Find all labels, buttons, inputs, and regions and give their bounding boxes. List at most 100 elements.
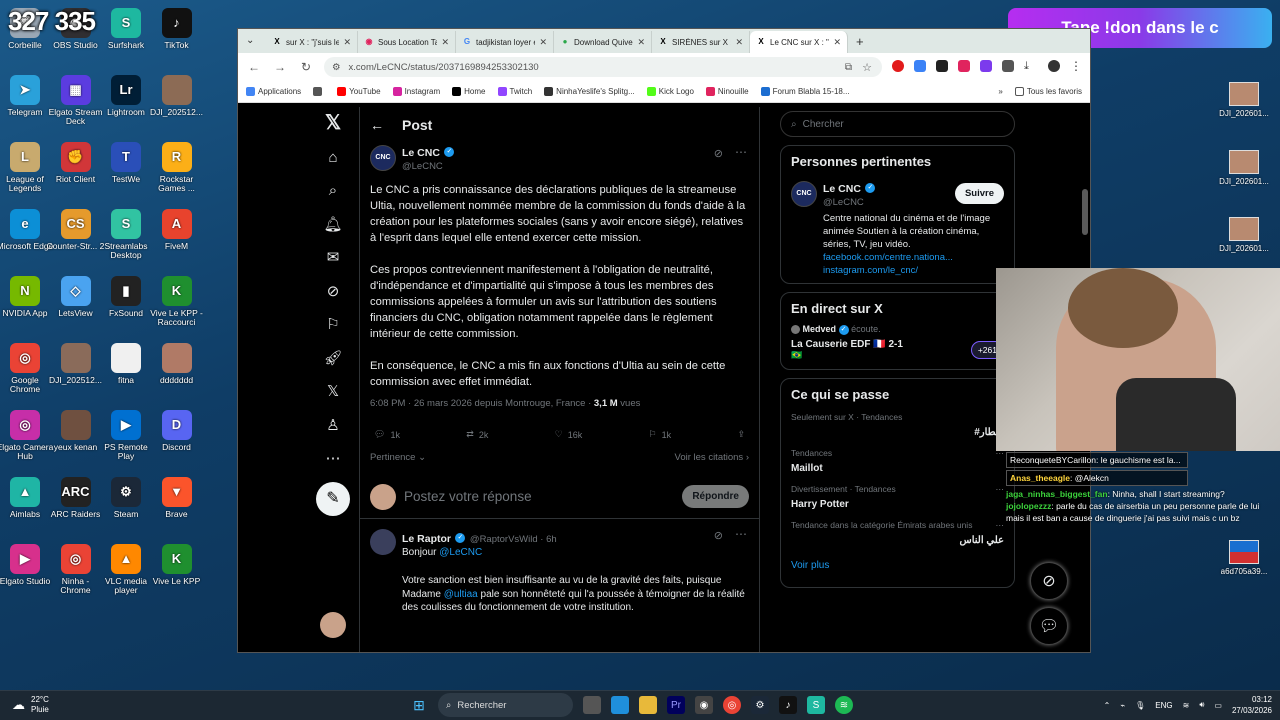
reply-avatar[interactable]: [370, 529, 396, 555]
browser-tab[interactable]: X Le CNC sur X : "Le ✕: [750, 31, 848, 53]
show-more-link[interactable]: Voir plus: [791, 560, 1004, 571]
back-arrow-icon[interactable]: ←: [370, 117, 384, 133]
desktop-icon[interactable]: A FiveM: [148, 209, 206, 251]
desktop-icon[interactable]: a6d705a39...: [1219, 540, 1269, 576]
copilot-icon[interactable]: [611, 696, 629, 714]
extension-icon[interactable]: [914, 60, 926, 72]
desktop-icon[interactable]: DJI_202512...: [148, 75, 206, 117]
url-text[interactable]: x.com/LeCNC/status/2037169894253302130: [349, 62, 539, 73]
desktop-icon[interactable]: ▲ VLC media player: [97, 544, 155, 596]
extension-icon[interactable]: [980, 60, 992, 72]
close-tab-icon[interactable]: ✕: [441, 37, 449, 48]
post-more-icon[interactable]: ⋯: [735, 145, 747, 159]
trend-item[interactable]: Tendance dans la catégorie Émirats arabe…: [791, 520, 1004, 546]
forward-icon[interactable]: →: [272, 60, 288, 74]
menu-icon[interactable]: ⋮: [1070, 59, 1082, 73]
obs-icon[interactable]: ◉: [695, 696, 713, 714]
author-name[interactable]: Le CNC: [402, 147, 440, 159]
install-icon[interactable]: ⧉: [845, 62, 852, 73]
desktop-icon[interactable]: ARC ARC Raiders: [47, 477, 105, 519]
grok-explain-icon[interactable]: ⊘: [714, 529, 723, 542]
bookmark-item[interactable]: Forum Blabla 15-18...: [760, 87, 850, 96]
explore-icon[interactable]: ⌕: [318, 174, 348, 208]
desktop-icon[interactable]: ◎ Ninha - Chrome: [47, 544, 105, 596]
close-tab-icon[interactable]: ✕: [735, 37, 743, 48]
file-explorer-icon[interactable]: [639, 696, 657, 714]
facebook-link[interactable]: facebook.com/centre.nationa...: [823, 251, 1004, 264]
desktop-icon[interactable]: ♪ TikTok: [148, 8, 206, 50]
bookmark-item[interactable]: Instagram: [392, 87, 440, 96]
close-tab-icon[interactable]: ✕: [343, 37, 351, 48]
messages-fab-icon[interactable]: 💬︎: [1030, 607, 1068, 645]
mention-link[interactable]: @LeCNC: [439, 547, 482, 558]
bookmark-item[interactable]: Home: [452, 87, 486, 96]
trend-item[interactable]: Divertissement · Tendances ⋯ Harry Potter: [791, 484, 1004, 510]
share-icon[interactable]: ⇪: [737, 429, 745, 440]
profile-avatar[interactable]: [1048, 60, 1060, 72]
site-info-icon[interactable]: ⚙: [332, 62, 341, 73]
browser-tab[interactable]: Xsur X : "j'suis le ✕: [266, 31, 358, 53]
desktop-icon[interactable]: ◇ LetsView: [47, 276, 105, 318]
extension-icon[interactable]: [892, 60, 904, 72]
download-icon[interactable]: ⤓: [1024, 60, 1038, 72]
grok-fab-icon[interactable]: ⊘: [1030, 562, 1068, 600]
search-box[interactable]: ⌕ Chercher: [780, 111, 1015, 137]
trend-more-icon[interactable]: ⋯: [996, 520, 1005, 531]
desktop-icon[interactable]: T TestWe: [97, 142, 155, 184]
mic-icon[interactable]: 🎙︎: [1135, 701, 1145, 710]
desktop-icon[interactable]: fitna: [97, 343, 155, 385]
desktop-icon[interactable]: DJI_202601...: [1219, 82, 1269, 118]
live-event-title[interactable]: La Causerie EDF 🇫🇷 2-1: [791, 339, 903, 350]
desktop-icon[interactable]: ▼ Brave: [148, 477, 206, 519]
desktop-icon[interactable]: S Surfshark: [97, 8, 155, 50]
reply-action[interactable]: 💬︎ 1k: [374, 429, 400, 440]
clock[interactable]: 03:12 27/03/2026: [1232, 694, 1272, 716]
page-scrollbar[interactable]: [1082, 189, 1088, 235]
more-icon[interactable]: ⋯: [318, 442, 348, 476]
surfshark-icon[interactable]: S: [807, 696, 825, 714]
messages-icon[interactable]: ✉: [318, 241, 348, 275]
browser-tab[interactable]: Gtadjikistan loyer en ✕: [456, 31, 554, 53]
trend-item[interactable]: Seulement sur X · Tendances⋯#أمطار: [791, 412, 1004, 438]
tiktok-icon[interactable]: ♪: [779, 696, 797, 714]
extension-icon[interactable]: [958, 60, 970, 72]
sort-relevance[interactable]: Pertinence ⌄: [370, 452, 426, 463]
home-icon[interactable]: ⌂: [318, 141, 348, 175]
steam-icon[interactable]: ⚙: [751, 696, 769, 714]
bookmark-item[interactable]: [313, 87, 325, 96]
grok-explain-icon[interactable]: ⊘: [714, 147, 723, 160]
notifications-icon[interactable]: 🔔︎: [318, 208, 348, 242]
bookmarks-overflow-icon[interactable]: »: [998, 87, 1002, 96]
premiere-icon[interactable]: Pr: [667, 696, 685, 714]
bookmark-item[interactable]: YouTube: [337, 87, 381, 96]
profile-icon[interactable]: ♙: [318, 409, 348, 443]
desktop-icon[interactable]: S Streamlabs Desktop: [97, 209, 155, 261]
like-action[interactable]: ♡ 16k: [555, 429, 583, 440]
desktop-icon[interactable]: ✊ Riot Client: [47, 142, 105, 184]
desktop-icon[interactable]: DJI_202512...: [47, 343, 105, 385]
desktop-icon[interactable]: DJI_202601...: [1219, 150, 1269, 186]
desktop-icon[interactable]: yeux kenan: [47, 410, 105, 452]
premium-x-icon[interactable]: 𝕏: [318, 375, 348, 409]
reply-more-icon[interactable]: ⋯: [735, 527, 747, 541]
browser-tab[interactable]: ● Download Quivec ✕: [554, 31, 652, 53]
bookmark-action[interactable]: ⚐ 1k: [649, 429, 672, 440]
follow-button[interactable]: Suivre: [954, 183, 1004, 204]
close-tab-icon[interactable]: ✕: [637, 37, 645, 48]
relevant-handle[interactable]: @LeCNC: [823, 197, 875, 208]
trend-more-icon[interactable]: ⋯: [996, 484, 1005, 495]
desktop-icon[interactable]: ddddddd: [148, 343, 206, 385]
all-bookmarks[interactable]: Tous les favoris: [1014, 87, 1082, 96]
rocket-icon[interactable]: 🚀︎: [318, 342, 348, 376]
grok-icon[interactable]: ⊘: [318, 275, 348, 309]
extension-icon[interactable]: [936, 60, 948, 72]
bookmark-item[interactable]: Twitch: [497, 87, 532, 96]
close-tab-icon[interactable]: ✕: [833, 37, 841, 48]
weather-widget[interactable]: ☁ 22°C Pluie: [12, 695, 49, 715]
reply-author-handle[interactable]: @RaptorVsWild · 6h: [470, 534, 557, 545]
tab-list-icon[interactable]: ⌄: [246, 35, 254, 46]
view-quotes-link[interactable]: Voir les citations ›: [675, 452, 749, 463]
desktop-icon[interactable]: D Discord: [148, 410, 206, 452]
bookmark-star-icon[interactable]: ☆: [862, 61, 872, 74]
x-logo-icon[interactable]: 𝕏: [318, 107, 348, 141]
